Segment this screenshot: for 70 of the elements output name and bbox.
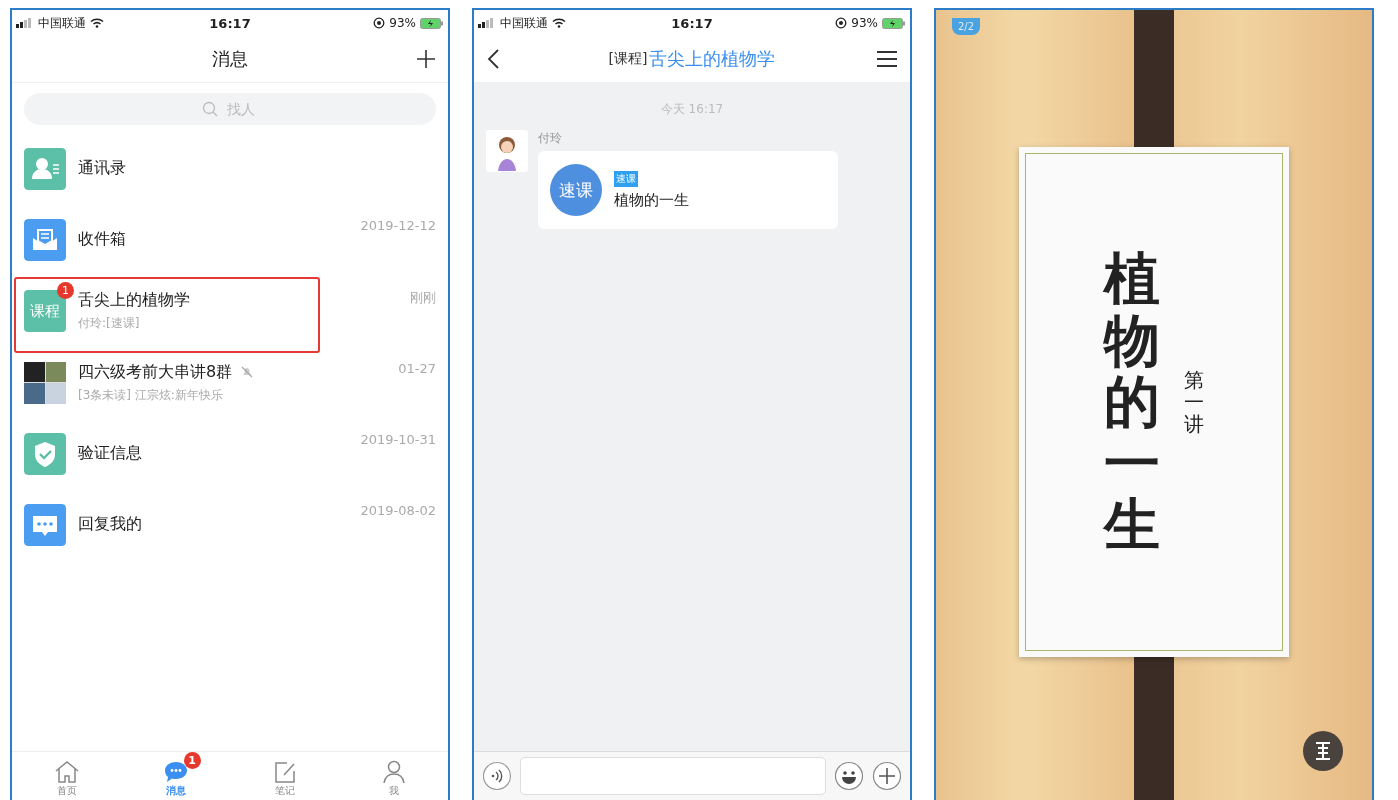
chat-bubble-icon	[162, 760, 189, 784]
message-preview: 付玲:[速课]	[78, 315, 141, 332]
home-icon	[53, 760, 80, 784]
wifi-icon	[552, 18, 566, 28]
tab-item[interactable]: 笔记	[230, 752, 339, 800]
emoji-icon[interactable]	[834, 761, 864, 791]
conversation-name: 验证信息	[78, 443, 142, 464]
clock-time: 16:17	[209, 15, 251, 31]
conversation-time: 2019-10-31	[360, 432, 436, 447]
tab-item[interactable]: 1 消息	[121, 752, 230, 800]
carrier-name: 中国联通	[38, 14, 86, 32]
battery-percent: 93%	[851, 16, 878, 30]
conversation-name: 收件箱	[78, 229, 126, 250]
sender-name: 付玲	[538, 130, 563, 147]
alarm-icon	[835, 17, 848, 29]
unread-badge: 1	[57, 282, 74, 299]
conversation-time: 2019-08-02	[360, 503, 436, 518]
chat-type-label: [课程]	[608, 50, 648, 68]
conversation-name: 舌尖上的植物学	[78, 290, 190, 311]
contacts-icon	[24, 147, 66, 190]
course-icon: 速课	[550, 164, 602, 216]
person-icon	[380, 760, 407, 784]
conversation-name: 四六级考前大串讲8群	[78, 361, 233, 383]
back-icon[interactable]	[486, 48, 500, 70]
search-icon	[202, 101, 218, 117]
course-card-message[interactable]: 速课 速课 植物的一生	[538, 151, 838, 229]
shield-icon	[24, 432, 66, 475]
search-field[interactable]: 找人	[24, 93, 436, 125]
conversation-time: 2019-12-12	[360, 218, 436, 233]
avatar-silhouette	[486, 130, 528, 172]
message-preview: [3条未读] 江宗炫:新年快乐	[78, 386, 224, 404]
alarm-icon	[373, 17, 386, 29]
envelope-icon	[24, 218, 66, 261]
battery-percent: 93%	[389, 16, 416, 30]
chat-title: 舌尖上的植物学	[649, 47, 776, 71]
unread-badge: 1	[183, 752, 201, 769]
conversation-item[interactable]: 四六级考前大串讲8群 [3条未读] 江宗炫:新年快乐 01-27	[12, 347, 448, 418]
signal-icon	[478, 18, 496, 28]
conversation-name: 通讯录	[78, 158, 126, 179]
wifi-icon	[90, 18, 104, 28]
conversation-item[interactable]: 验证信息 2019-10-31	[12, 418, 448, 489]
add-icon[interactable]	[416, 49, 436, 69]
course-title: 植物的一生	[614, 190, 689, 210]
voice-icon[interactable]	[482, 761, 512, 791]
menu-icon[interactable]	[876, 50, 898, 68]
tab-item[interactable]: 我	[339, 752, 448, 800]
slide-title: 植物的一生	[1104, 248, 1160, 556]
chat-bubble-icon	[24, 503, 66, 546]
conversation-item[interactable]: 收件箱 2019-12-12	[12, 204, 448, 275]
muted-bell-icon	[240, 365, 255, 379]
conversation-time: 刚刚	[410, 289, 436, 307]
battery-icon	[420, 17, 444, 29]
carrier-name: 中国联通	[500, 14, 548, 32]
clock-time: 16:17	[671, 15, 713, 31]
course-tag: 速课	[614, 170, 638, 187]
conversation-time: 01-27	[398, 361, 436, 376]
add-icon[interactable]	[872, 761, 902, 791]
screen-title: 消息	[212, 47, 248, 71]
message-input[interactable]	[520, 757, 826, 795]
tab-item[interactable]: 首页	[12, 752, 121, 800]
battery-icon	[882, 17, 906, 29]
slide-subtitle: 第一讲	[1184, 369, 1204, 435]
signal-icon	[16, 18, 34, 28]
conversation-item[interactable]: 回复我的 2019-08-02	[12, 489, 448, 560]
conversation-name: 回复我的	[78, 514, 142, 535]
conversation-item[interactable]: 课程 1 舌尖上的植物学 付玲:[速课] 刚刚	[12, 275, 448, 347]
page-indicator: 2/2	[952, 18, 981, 35]
photo-collage-placeholder	[24, 361, 66, 404]
conversation-item[interactable]: 通讯录	[12, 133, 448, 204]
list-menu-icon[interactable]	[1302, 730, 1344, 772]
